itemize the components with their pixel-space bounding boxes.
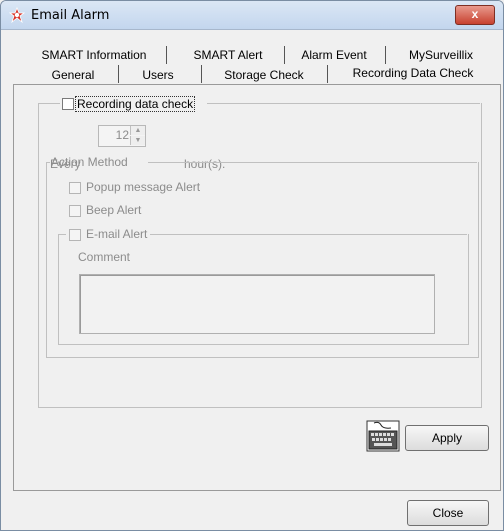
tab-smart-information[interactable]: SMART Information bbox=[29, 47, 159, 63]
recording-data-check-checkbox[interactable] bbox=[62, 98, 74, 110]
apply-button[interactable]: Apply bbox=[405, 425, 489, 451]
tab-separator bbox=[327, 65, 328, 83]
tab-storage-check[interactable]: Storage Check bbox=[209, 67, 319, 83]
tab-mysurveillix[interactable]: MySurveillix bbox=[391, 47, 491, 63]
beep-alert-label: Beep Alert bbox=[86, 203, 142, 217]
popup-alert-label: Popup message Alert bbox=[86, 180, 201, 194]
comment-label: Comment bbox=[78, 250, 131, 264]
app-icon bbox=[9, 7, 25, 23]
tab-smart-alert[interactable]: SMART Alert bbox=[179, 47, 277, 63]
keyboard-icon[interactable] bbox=[365, 420, 401, 452]
window-title: Email Alarm bbox=[31, 8, 110, 23]
tab-alarm-event[interactable]: Alarm Event bbox=[289, 47, 379, 63]
beep-alert-checkbox[interactable] bbox=[69, 205, 81, 217]
tab-separator bbox=[385, 46, 386, 64]
email-alert-label: E-mail Alert bbox=[86, 227, 148, 241]
tab-recording-data-check[interactable]: Recording Data Check bbox=[334, 65, 492, 83]
tab-general[interactable]: General bbox=[29, 67, 117, 83]
recording-data-check-label: Recording data check bbox=[75, 96, 196, 112]
window-close-button[interactable]: x bbox=[455, 5, 495, 25]
tab-users[interactable]: Users bbox=[119, 67, 197, 83]
action-method-legend: Action Method bbox=[51, 155, 128, 169]
email-alarm-window: Email Alarm x SMART Information SMART Al… bbox=[0, 0, 504, 531]
comment-textarea[interactable] bbox=[79, 274, 435, 334]
hours-spinner[interactable]: 12 ▲ ▼ bbox=[98, 125, 146, 147]
close-button[interactable]: Close bbox=[407, 500, 489, 526]
tab-separator bbox=[166, 46, 167, 64]
spin-up-icon[interactable]: ▲ bbox=[130, 126, 145, 135]
hours-value: 12 bbox=[115, 128, 129, 142]
popup-alert-checkbox[interactable] bbox=[69, 182, 81, 194]
email-alert-checkbox[interactable] bbox=[69, 229, 81, 241]
title-bar: Email Alarm x bbox=[1, 1, 503, 30]
spin-down-icon[interactable]: ▼ bbox=[130, 136, 145, 145]
tab-separator bbox=[284, 46, 285, 64]
tab-separator bbox=[201, 65, 202, 83]
